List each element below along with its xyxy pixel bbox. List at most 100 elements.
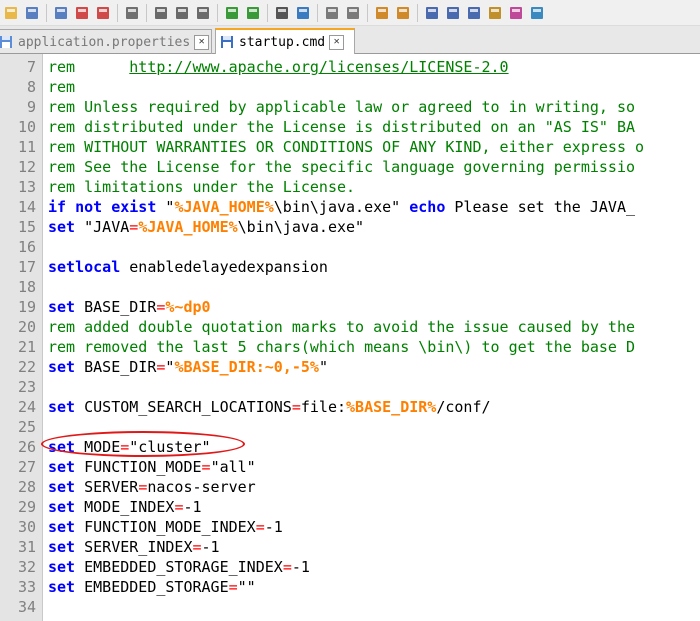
line-number: 34 [17, 598, 36, 616]
code-line[interactable]: set BASE_DIR="%BASE_DIR:~0,-5%" [48, 357, 328, 377]
code-line[interactable]: set FUNCTION_MODE="all" [48, 457, 256, 477]
print-icon[interactable] [123, 4, 141, 22]
code-line[interactable]: set EMBEDDED_STORAGE_INDEX=-1 [48, 557, 310, 577]
code-token: set [48, 558, 76, 576]
show-all-icon[interactable] [444, 4, 462, 22]
line-number: 26 [17, 438, 36, 456]
save-all-icon[interactable] [52, 4, 70, 22]
code-token: -1 [183, 498, 202, 516]
line-number: 20 [17, 318, 36, 336]
code-line[interactable]: rem http://www.apache.org/licenses/LICEN… [48, 57, 509, 77]
code-token: = [291, 398, 301, 416]
line-number: 13 [17, 178, 36, 196]
code-line[interactable]: setlocal enabledelayedexpansion [48, 257, 328, 277]
copy-icon[interactable] [173, 4, 191, 22]
line-number-gutter: 7 8 9 10 11 12 13 14 15 16 17 18 19 20 21 22 23 24 25 26 27 2… [0, 54, 43, 621]
doc-map-icon[interactable] [507, 4, 525, 22]
save-icon[interactable] [23, 4, 41, 22]
code-token: SERVER [75, 478, 139, 496]
line-number: 12 [17, 158, 36, 176]
lang-icon[interactable] [486, 4, 504, 22]
code-token: /conf/ [436, 398, 491, 416]
cut-icon[interactable] [152, 4, 170, 22]
code-line[interactable]: set MODE_INDEX=-1 [48, 497, 202, 517]
code-token: set [48, 478, 76, 496]
undo-icon[interactable] [223, 4, 241, 22]
code-token: rem distributed under the License is dis… [48, 118, 635, 136]
code-line[interactable]: if not exist "%JAVA_HOME%\bin\java.exe" … [48, 197, 635, 217]
code-token: %JAVA_HOME% [174, 198, 274, 216]
code-line[interactable]: set "JAVA=%JAVA_HOME%\bin\java.exe" [48, 217, 364, 237]
code-line[interactable]: set EMBEDDED_STORAGE="" [48, 577, 256, 597]
tab-bar: application.properties ✕ startup.cmd ✕ [0, 26, 700, 54]
code-token: %JAVA_HOME% [138, 218, 238, 236]
code-token: -1 [291, 558, 310, 576]
line-number: 11 [17, 138, 36, 156]
code-token: setlocal [48, 258, 121, 276]
code-token: set [48, 578, 76, 596]
sync-v-icon[interactable] [373, 4, 391, 22]
find-icon[interactable] [273, 4, 291, 22]
close-icon[interactable]: ✕ [329, 34, 345, 50]
line-number: 28 [17, 478, 36, 496]
code-token: enabledelayedexpansion [120, 258, 328, 276]
close-icon[interactable] [73, 4, 91, 22]
code-token: set [48, 538, 76, 556]
tab-startup-cmd[interactable]: startup.cmd ✕ [215, 28, 355, 54]
wrap-icon[interactable] [423, 4, 441, 22]
code-line[interactable]: rem distributed under the License is dis… [48, 117, 635, 137]
code-line[interactable]: rem [48, 77, 75, 97]
toolbar-separator [267, 3, 268, 22]
func-list-icon[interactable] [528, 4, 546, 22]
indent-guide-icon[interactable] [465, 4, 483, 22]
code-line[interactable]: rem Unless required by applicable law or… [48, 97, 635, 117]
tab-label: application.properties [18, 34, 191, 50]
line-number: 9 [26, 98, 36, 116]
code-token: set [48, 458, 76, 476]
toolbar-separator [146, 3, 147, 22]
toolbar-separator [317, 3, 318, 22]
line-number: 15 [17, 218, 36, 236]
zoom-out-icon[interactable] [344, 4, 362, 22]
code-token: EMBEDDED_STORAGE_INDEX [75, 558, 283, 576]
code-line[interactable]: set FUNCTION_MODE_INDEX=-1 [48, 517, 283, 537]
code-token: http://www.apache.org/licenses/LICENSE-2… [129, 58, 509, 76]
annotation-circle [41, 431, 245, 457]
replace-icon[interactable] [294, 4, 312, 22]
line-number: 27 [17, 458, 36, 476]
code-line[interactable]: rem WITHOUT WARRANTIES OR CONDITIONS OF … [48, 137, 644, 157]
code-token: = [192, 538, 202, 556]
line-number: 24 [17, 398, 36, 416]
code-line[interactable]: set CUSTOM_SEARCH_LOCATIONS=file:%BASE_D… [48, 397, 491, 417]
code-line[interactable]: rem limitations under the License. [48, 177, 355, 197]
code-token: set [48, 218, 76, 236]
code-line[interactable]: rem See the License for the specific lan… [48, 157, 635, 177]
line-number: 29 [17, 498, 36, 516]
close-icon[interactable]: ✕ [194, 34, 210, 50]
code-editor[interactable]: 7 8 9 10 11 12 13 14 15 16 17 18 19 20 21 22 23 24 25 26 27 2… [0, 54, 700, 621]
code-token: nacos-server [147, 478, 256, 496]
toolbar [0, 0, 700, 26]
code-token: set [48, 398, 76, 416]
code-line[interactable]: rem added double quotation marks to avoi… [48, 317, 635, 337]
code-line[interactable]: rem removed the last 5 chars(which means… [48, 337, 635, 357]
close-all-icon[interactable] [94, 4, 112, 22]
code-line[interactable]: set SERVER=nacos-server [48, 477, 256, 497]
code-token: rem [48, 58, 130, 76]
sync-h-icon[interactable] [394, 4, 412, 22]
tab-application-properties[interactable]: application.properties ✕ [0, 29, 212, 54]
zoom-in-icon[interactable] [323, 4, 341, 22]
code-token: = [255, 518, 265, 536]
code-line[interactable]: set SERVER_INDEX=-1 [48, 537, 220, 557]
code-token: rem added double quotation marks to avoi… [48, 318, 635, 336]
code-token: Please set the JAVA_ [445, 198, 636, 216]
code-token: %~dp0 [165, 298, 211, 316]
file-icon [0, 36, 12, 48]
file-icon [221, 36, 233, 48]
code-line[interactable]: set BASE_DIR=%~dp0 [48, 297, 211, 317]
line-number: 19 [17, 298, 36, 316]
paste-icon[interactable] [194, 4, 212, 22]
line-number: 21 [17, 338, 36, 356]
open-icon[interactable] [2, 4, 20, 22]
redo-icon[interactable] [244, 4, 262, 22]
